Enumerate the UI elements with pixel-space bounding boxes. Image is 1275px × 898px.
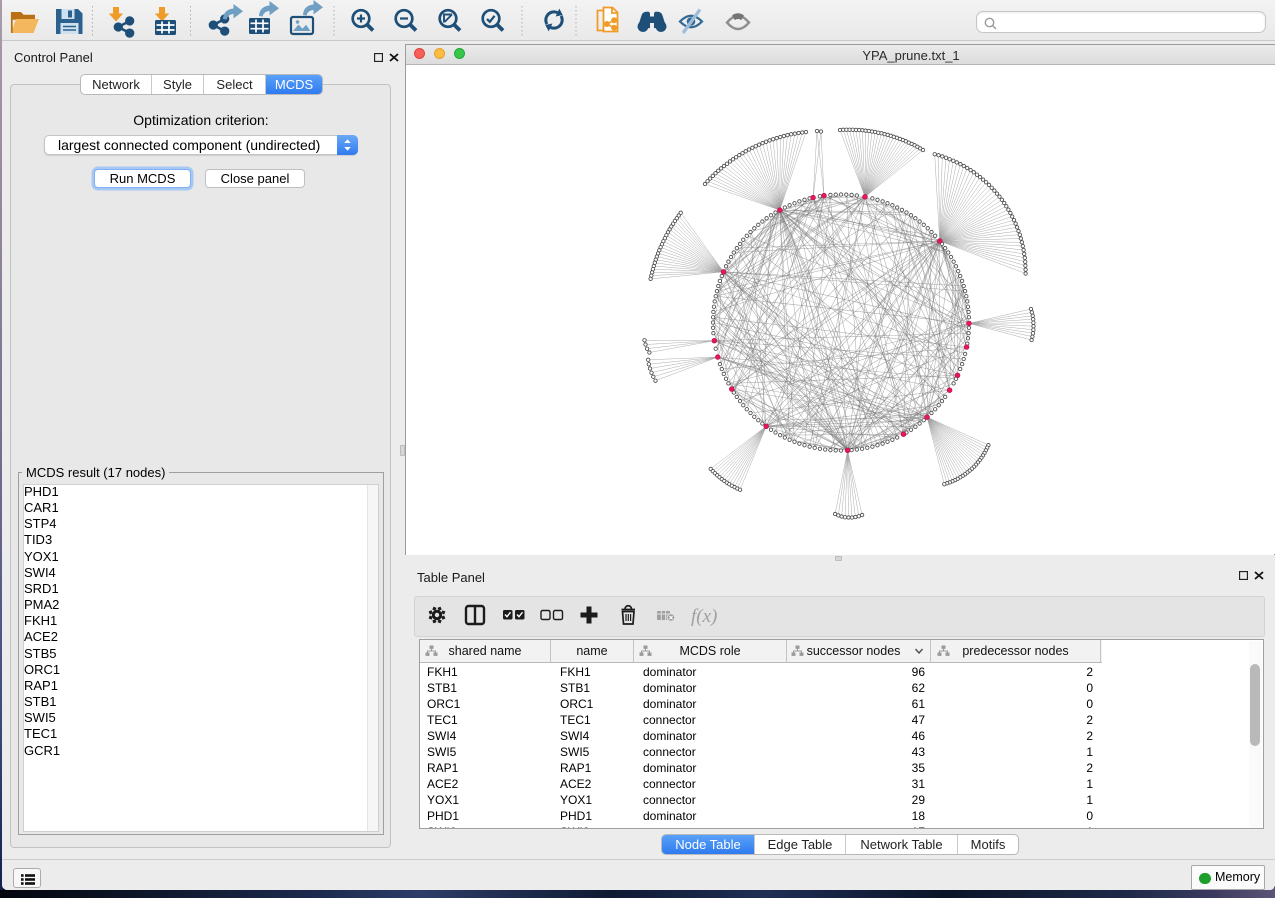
- svg-text:f(x): f(x): [691, 606, 717, 627]
